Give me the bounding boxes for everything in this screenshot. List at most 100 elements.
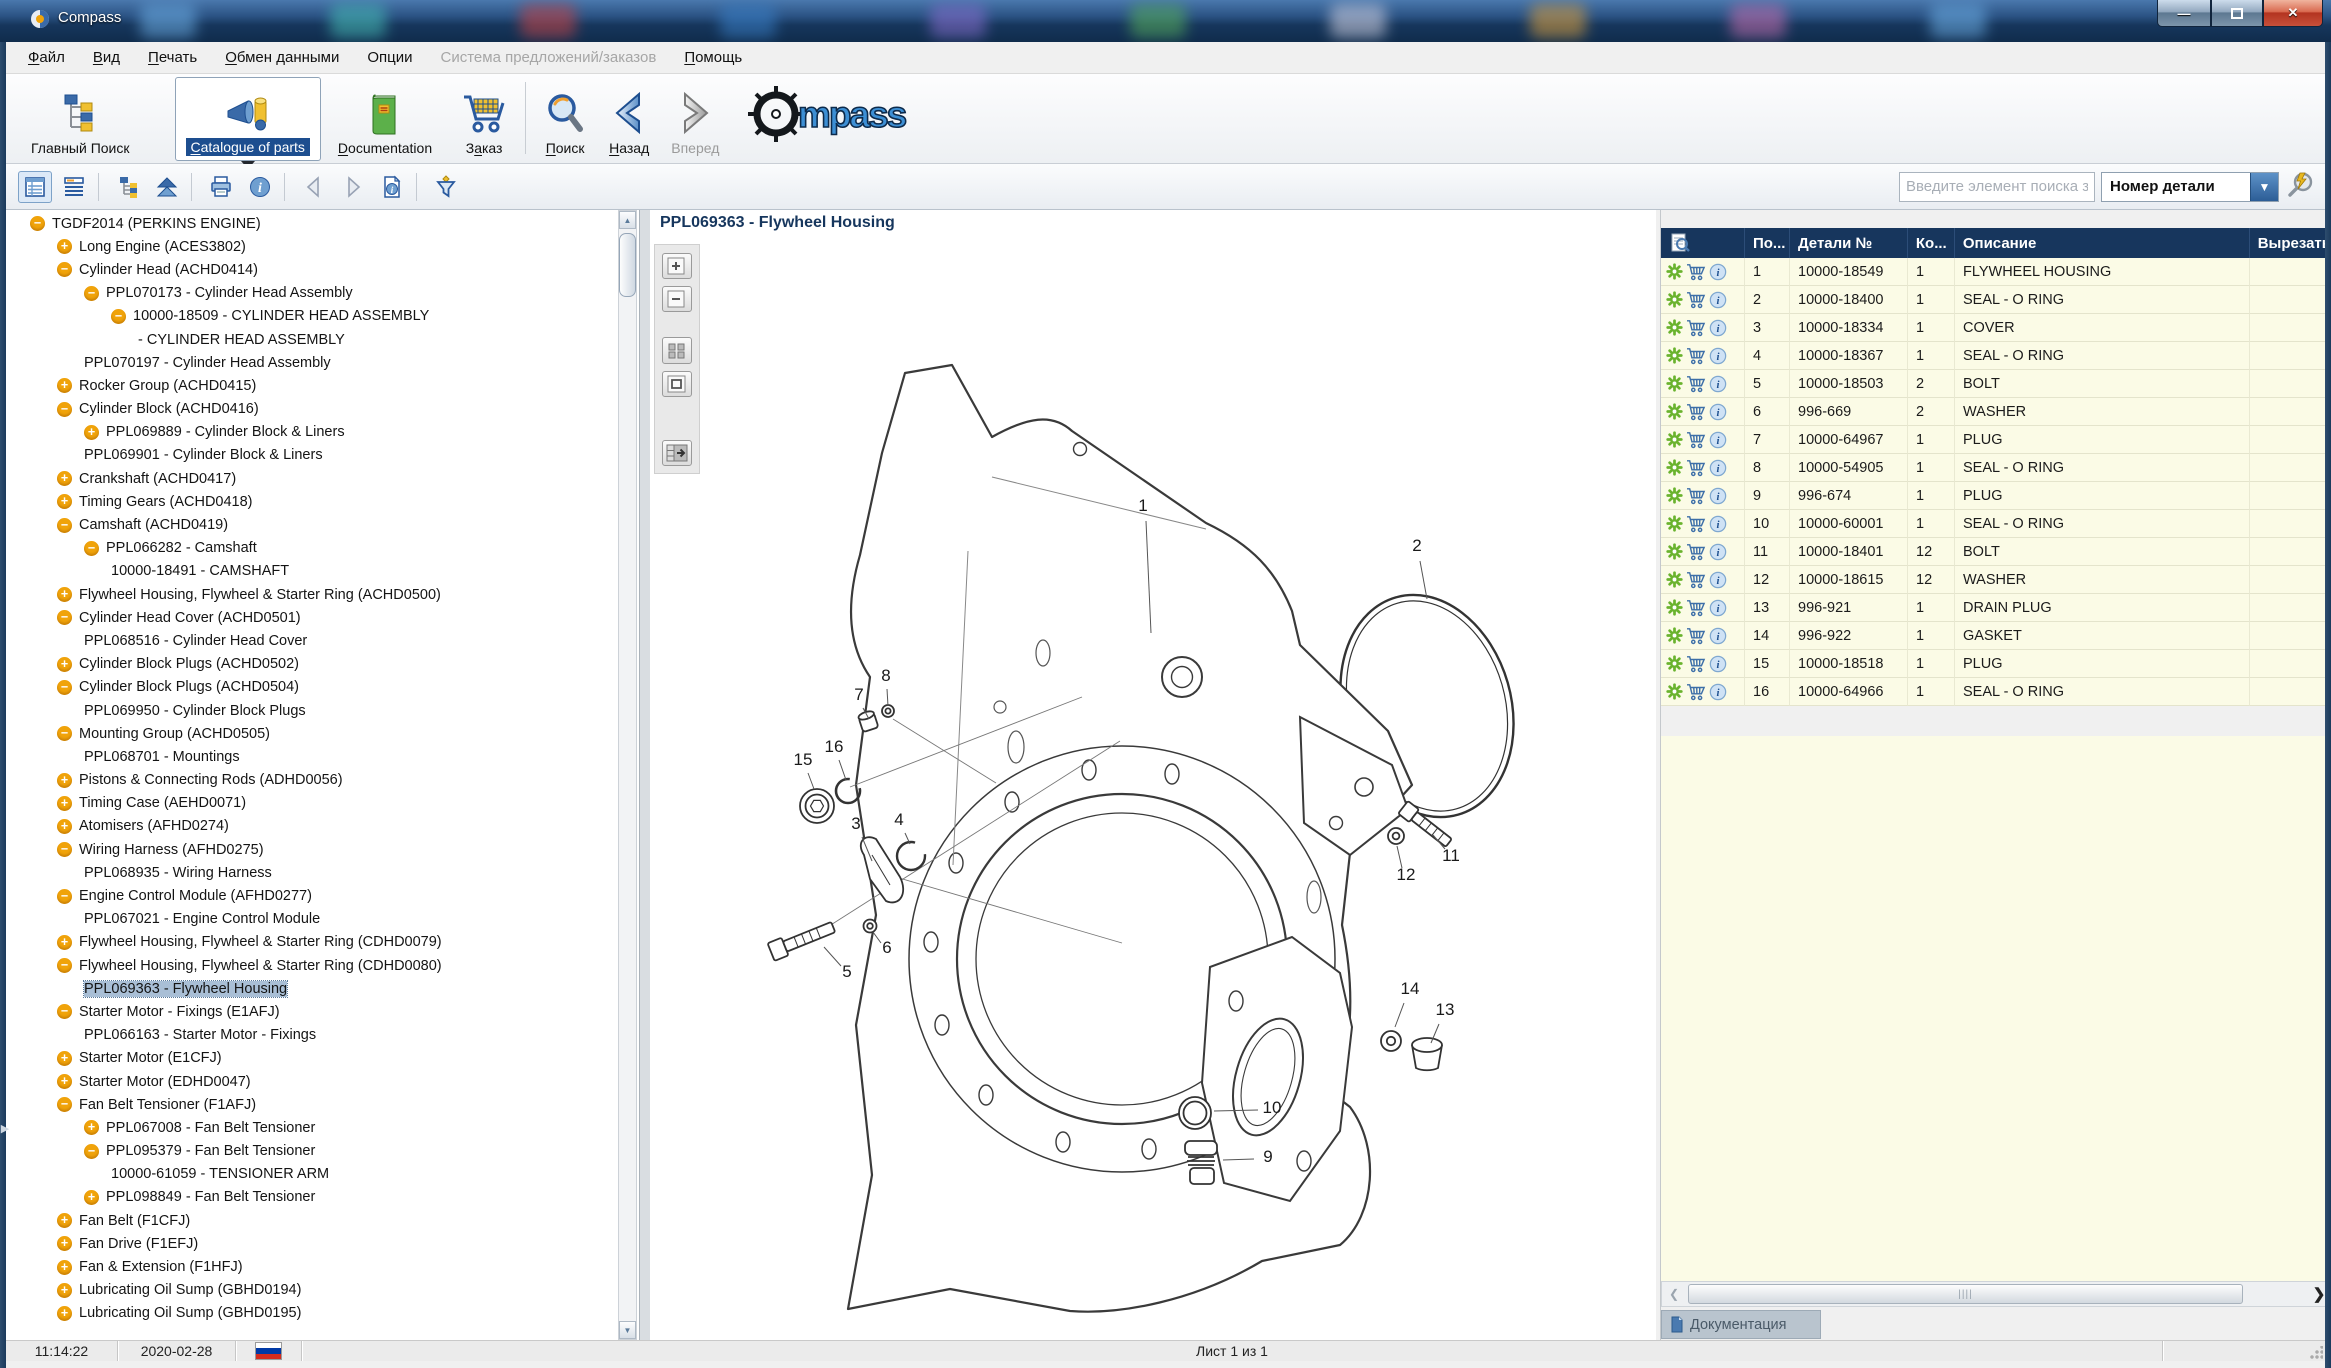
expand-icon[interactable]: + [57,1051,72,1066]
search-input[interactable] [1899,172,2095,202]
part-info-icon[interactable]: i [1709,403,1727,421]
chevron-down-icon[interactable]: ▼ [2250,173,2278,201]
tree-item[interactable]: +Flywheel Housing, Flywheel & Starter Ri… [6,931,616,954]
collapse-icon[interactable]: − [57,262,72,277]
callout-number-12[interactable]: 12 [1397,865,1416,884]
parts-table-row[interactable]: i210000-184001SEAL - O RING [1661,286,2331,314]
part-info-icon[interactable]: i [1709,627,1727,645]
tree-item[interactable]: +Rocker Group (ACHD0415) [6,374,616,397]
tree-item[interactable]: +Fan & Extension (F1HFJ) [6,1255,616,1278]
tree-item[interactable]: −Cylinder Block (ACHD0416) [6,398,616,421]
horizontal-scrollbar[interactable]: ❮ |||| ❯ [1661,1281,2331,1307]
menu-help[interactable]: Помощь [670,45,756,70]
documentation-button[interactable]: Documentation [327,77,443,161]
expand-icon[interactable]: + [57,796,72,811]
tree-item[interactable]: −Cylinder Head Cover (ACHD0501) [6,606,616,629]
parts-table-row[interactable]: i310000-183341COVER [1661,314,2331,342]
main-search-button[interactable]: Главный Поиск [20,77,141,161]
parts-table-row[interactable]: i1010000-600011SEAL - O RING [1661,510,2331,538]
collapse-icon[interactable]: − [84,286,99,301]
next-sheet-button[interactable] [336,171,370,203]
menu-print[interactable]: Печать [134,45,211,70]
column-header[interactable]: По... [1745,228,1790,258]
expand-icon[interactable]: + [57,1283,72,1298]
scroll-down-arrow[interactable]: ▼ [619,1321,636,1339]
tree-item[interactable]: −Starter Motor - Fixings (E1AFJ) [6,1000,616,1023]
tree-item[interactable]: +Flywheel Housing, Flywheel & Starter Ri… [6,583,616,606]
gear-icon[interactable] [1666,599,1683,616]
tree-item[interactable]: −Flywheel Housing, Flywheel & Starter Ri… [6,954,616,977]
callout-number-14[interactable]: 14 [1401,979,1420,998]
collapse-icon[interactable]: − [57,726,72,741]
gear-icon[interactable] [1666,403,1683,420]
tree-view-button[interactable] [111,171,145,203]
add-to-cart-icon[interactable] [1686,403,1706,421]
maximize-button[interactable] [2211,0,2263,27]
scroll-left-arrow[interactable]: ❮ [1662,1282,1686,1306]
menu-options[interactable]: Опции [353,45,426,70]
expand-icon[interactable]: + [84,1120,99,1135]
callout-number-5[interactable]: 5 [842,962,851,981]
add-to-cart-icon[interactable] [1686,431,1706,449]
parts-table-row[interactable]: i9996-6741PLUG [1661,482,2331,510]
gear-icon[interactable] [1666,319,1683,336]
header-actions[interactable] [1661,228,1745,258]
parts-table-row[interactable]: i710000-649671PLUG [1661,426,2331,454]
tree-item[interactable]: PPL066163 - Starter Motor - Fixings [6,1024,616,1047]
search-type-dropdown[interactable]: Номер детали ▼ [2101,172,2279,202]
collapse-icon[interactable]: − [57,1097,72,1112]
add-to-cart-icon[interactable] [1686,487,1706,505]
add-to-cart-icon[interactable] [1686,543,1706,561]
parts-table-row[interactable]: i110000-185491FLYWHEEL HOUSING [1661,258,2331,286]
add-to-cart-icon[interactable] [1686,655,1706,673]
tree-item[interactable]: +PPL067008 - Fan Belt Tensioner [6,1116,616,1139]
add-to-cart-icon[interactable] [1686,375,1706,393]
filter-button[interactable] [429,171,463,203]
tree-item[interactable]: −Wiring Harness (AFHD0275) [6,838,616,861]
search-button[interactable]: Поиск [532,77,598,161]
export-panel-button[interactable] [662,440,692,466]
part-info-icon[interactable]: i [1709,459,1727,477]
expand-icon[interactable]: + [57,819,72,834]
tree-item[interactable]: +Lubricating Oil Sump (GBHD0194) [6,1279,616,1302]
tree-item[interactable]: −10000-18509 - CYLINDER HEAD ASSEMBLY [6,305,616,328]
tree-item[interactable]: +Cylinder Block Plugs (ACHD0502) [6,653,616,676]
add-to-cart-icon[interactable] [1686,263,1706,281]
gear-icon[interactable] [1666,459,1683,476]
expand-icon[interactable]: + [57,239,72,254]
add-to-cart-icon[interactable] [1686,319,1706,337]
menu-file[interactable]: Файл [14,45,79,70]
expand-icon[interactable]: + [57,587,72,602]
part-info-icon[interactable]: i [1709,375,1727,393]
callout-number-1[interactable]: 1 [1138,496,1147,515]
part-info-icon[interactable]: i [1709,571,1727,589]
expand-icon[interactable]: + [84,1190,99,1205]
tree-item[interactable]: +Atomisers (AFHD0274) [6,815,616,838]
zoom-out-button[interactable] [662,286,692,312]
parts-table-row[interactable]: i1210000-1861512WASHER [1661,566,2331,594]
run-search-button[interactable] [2287,171,2315,202]
gear-icon[interactable] [1666,487,1683,504]
parts-table-row[interactable]: i1510000-185181PLUG [1661,650,2331,678]
gear-icon[interactable] [1666,431,1683,448]
parts-table-row[interactable]: i1610000-649661SEAL - O RING [1661,678,2331,706]
splitter-collapse-arrow[interactable]: ▶ [0,1122,10,1135]
add-to-cart-icon[interactable] [1686,515,1706,533]
gear-icon[interactable] [1666,291,1683,308]
callout-number-11[interactable]: 11 [1442,846,1460,865]
callout-number-8[interactable]: 8 [881,666,890,685]
gear-icon[interactable] [1666,627,1683,644]
add-to-cart-icon[interactable] [1686,683,1706,701]
expand-icon[interactable]: + [57,378,72,393]
gear-icon[interactable] [1666,347,1683,364]
tree-item[interactable]: +Crankshaft (ACHD0417) [6,467,616,490]
tree-item[interactable]: PPL069950 - Cylinder Block Plugs [6,699,616,722]
expand-icon[interactable]: + [57,773,72,788]
tree-item[interactable]: PPL068935 - Wiring Harness [6,861,616,884]
menu-view[interactable]: Вид [79,45,134,70]
expand-icon[interactable]: + [57,935,72,950]
tree-item[interactable]: −Engine Control Module (AFHD0277) [6,884,616,907]
part-info-icon[interactable]: i [1709,515,1727,533]
tree-item[interactable]: −TGDF2014 (PERKINS ENGINE) [6,212,616,235]
collapse-all-button[interactable] [150,171,184,203]
